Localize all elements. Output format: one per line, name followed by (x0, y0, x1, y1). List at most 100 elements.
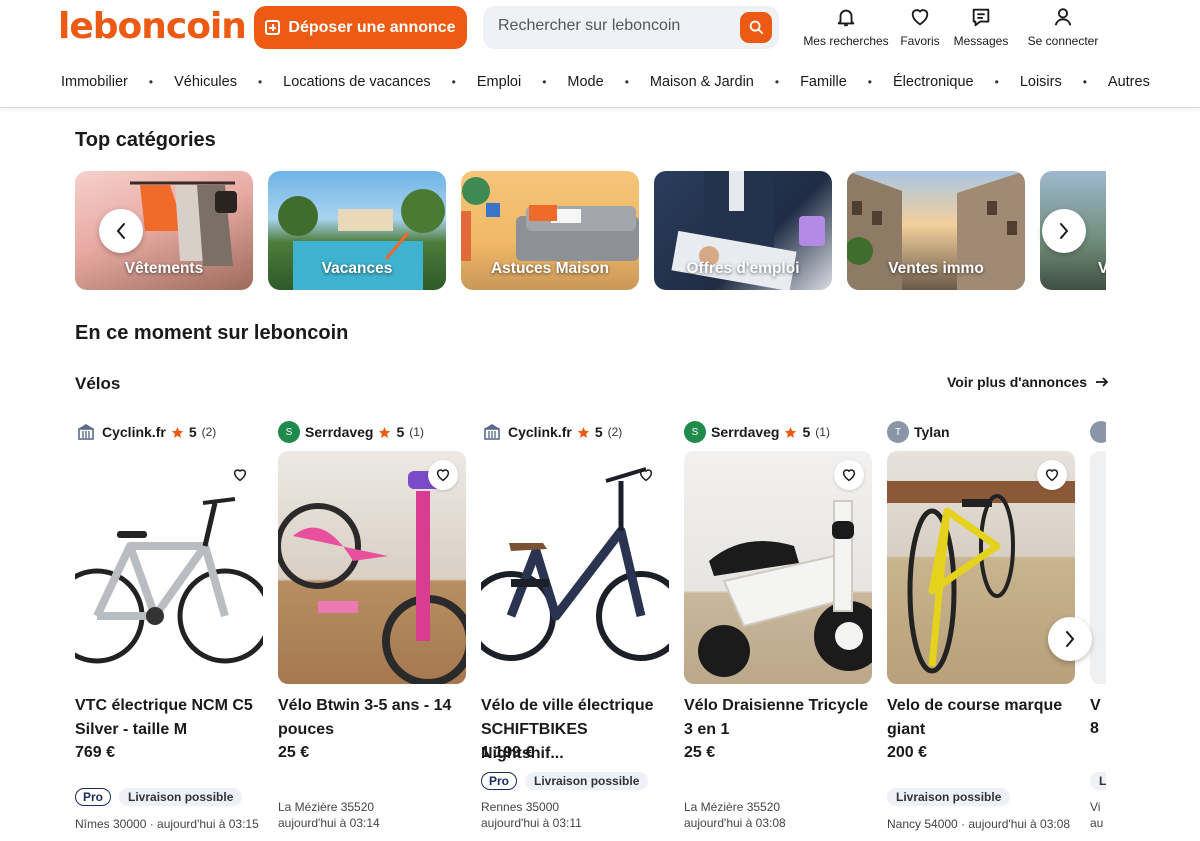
carousel-prev-button[interactable] (99, 209, 143, 253)
separator-dot: • (867, 75, 872, 89)
listing-badges: L (1090, 772, 1106, 790)
listings-next-button[interactable] (1048, 617, 1092, 661)
listing-image[interactable] (481, 451, 669, 684)
nav-favorites[interactable]: Favoris (895, 6, 945, 48)
listing-image[interactable] (1090, 451, 1106, 684)
listing-date: aujourd'hui à 03:11 (481, 816, 582, 830)
listing-image[interactable] (278, 451, 466, 684)
separator-dot: • (451, 75, 456, 89)
listing-card[interactable]: Cyclink.fr 5 (2) Vélo de ville électriqu… (481, 418, 669, 841)
tile-astuces-maison[interactable]: Astuces Maison (461, 171, 639, 290)
category-famille[interactable]: Famille (800, 74, 847, 90)
listing-date: Nîmes 30000 · aujourd'hui à 03:15 (75, 817, 259, 831)
listing-date: au (1090, 816, 1104, 830)
separator-dot: • (257, 75, 263, 89)
post-ad-button[interactable]: Déposer une annonce (254, 6, 467, 49)
category-autres[interactable]: Autres (1108, 74, 1150, 90)
favorite-button[interactable] (631, 460, 661, 490)
tile-ventes-immo[interactable]: Ventes immo (847, 171, 1025, 290)
seller-info: S Serrdaveg 5 (1) (278, 420, 424, 444)
pro-badge: Pro (481, 772, 518, 790)
rating-count: (1) (815, 425, 830, 439)
listing-image[interactable] (887, 451, 1075, 684)
listing-price: 200 € (887, 744, 928, 761)
listing-card[interactable]: Cyclink.fr 5 (2) VTC électrique NCM C5 S… (75, 418, 263, 841)
listing-card-partial[interactable]: V 8 L Vi au (1090, 418, 1106, 841)
seller-name[interactable]: Cyclink.fr (102, 424, 166, 440)
category-locations-vacances[interactable]: Locations de vacances (283, 74, 431, 90)
heart-icon (1045, 469, 1059, 482)
listing-image[interactable] (684, 451, 872, 684)
category-mode[interactable]: Mode (567, 74, 603, 90)
heart-icon (842, 469, 856, 482)
favorite-button[interactable] (225, 460, 255, 490)
listing-card[interactable]: S Serrdaveg 5 (1) Vélo Btwin 3-5 ans - 1… (278, 418, 466, 841)
listing-price: 1 199 € (481, 744, 535, 761)
listing-date: aujourd'hui à 03:08 (684, 816, 786, 830)
see-more-link[interactable]: Voir plus d'annonces (947, 374, 1109, 390)
category-immobilier[interactable]: Immobilier (61, 74, 128, 90)
seller-name[interactable]: Cyclink.fr (508, 424, 572, 440)
favorite-button[interactable] (1037, 460, 1067, 490)
tile-vacances[interactable]: Vacances (268, 171, 446, 290)
header-icon-nav: Mes recherches Favoris Messages Se conne… (800, 6, 1100, 50)
arrow-right-icon (1095, 377, 1109, 387)
nav-messages[interactable]: Messages (952, 6, 1010, 48)
tile-label: Vêtements (124, 260, 204, 277)
category-vehicules[interactable]: Véhicules (174, 74, 237, 90)
category-electronique[interactable]: Électronique (893, 74, 974, 90)
seller-info: Cyclink.fr 5 (2) (75, 420, 216, 444)
seller-name[interactable]: Tylan (914, 424, 950, 440)
seller-info: T Tylan (887, 420, 950, 444)
favorite-button[interactable] (834, 460, 864, 490)
search-button[interactable] (740, 12, 772, 43)
listing-title[interactable]: Velo de course marque giant (887, 694, 1075, 742)
listing-title[interactable]: V (1090, 694, 1106, 718)
favorite-button[interactable] (428, 460, 458, 490)
user-icon (1054, 8, 1072, 26)
nav-login[interactable]: Se connecter (1026, 6, 1100, 48)
heart-icon (233, 469, 247, 482)
heart-icon (911, 9, 929, 26)
carousel-next-button[interactable] (1042, 209, 1086, 253)
seller-name[interactable]: Serrdaveg (711, 424, 779, 440)
listing-image[interactable] (75, 451, 263, 684)
seller-info: S Serrdaveg 5 (1) (684, 420, 830, 444)
category-loisirs[interactable]: Loisirs (1020, 74, 1062, 90)
listing-location: Vi (1090, 800, 1101, 814)
nav-label: Se connecter (1027, 34, 1099, 48)
seller-rating: 5 (188, 424, 197, 440)
avatar: T (887, 421, 909, 443)
see-more-label: Voir plus d'annonces (947, 374, 1087, 390)
separator-dot: • (1082, 75, 1087, 89)
listing-location: La Mézière 35520 (684, 800, 781, 814)
listing-card[interactable]: S Serrdaveg 5 (1) Vélo Draisienne Tricyc… (684, 418, 872, 841)
category-maison-jardin[interactable]: Maison & Jardin (650, 74, 754, 90)
listing-price: 8 (1090, 720, 1099, 737)
separator-dot: • (774, 75, 780, 89)
tile-label: Offres d'emploi (686, 260, 800, 277)
nav-saved-searches[interactable]: Mes recherches (803, 6, 889, 48)
tile-offres-emploi[interactable]: Offres d'emploi (654, 171, 832, 290)
rating-count: (1) (409, 425, 424, 439)
seller-rating: 5 (802, 424, 811, 440)
chevron-left-icon (116, 223, 125, 239)
listing-card[interactable]: T Tylan Velo de course marque giant 200 … (887, 418, 1075, 841)
listing-title[interactable]: Vélo Draisienne Tricycle 3 en 1 (684, 694, 872, 742)
seller-info: Cyclink.fr 5 (2) (481, 420, 622, 444)
search-icon (749, 20, 763, 35)
category-emploi[interactable]: Emploi (477, 74, 521, 90)
separator-dot: • (148, 75, 154, 89)
seller-name[interactable]: Serrdaveg (305, 424, 373, 440)
search-input[interactable] (498, 17, 738, 35)
listing-title-line: Velo de course marque (887, 697, 1063, 714)
listing-title-line: Vélo de ville électrique (481, 697, 654, 714)
listing-title[interactable]: VTC électrique NCM C5 Silver - taille M (75, 694, 263, 742)
listing-title[interactable]: Vélo Btwin 3-5 ans - 14 pouces (278, 694, 466, 742)
separator-dot: • (542, 75, 547, 89)
delivery-badge: Livraison possible (887, 788, 1011, 806)
listing-price: 25 € (684, 744, 716, 761)
listing-title-line: Vélo Draisienne Tricycle (684, 697, 869, 714)
leboncoin-logo[interactable]: leboncoin (58, 6, 247, 47)
listing-price: 769 € (75, 744, 116, 761)
